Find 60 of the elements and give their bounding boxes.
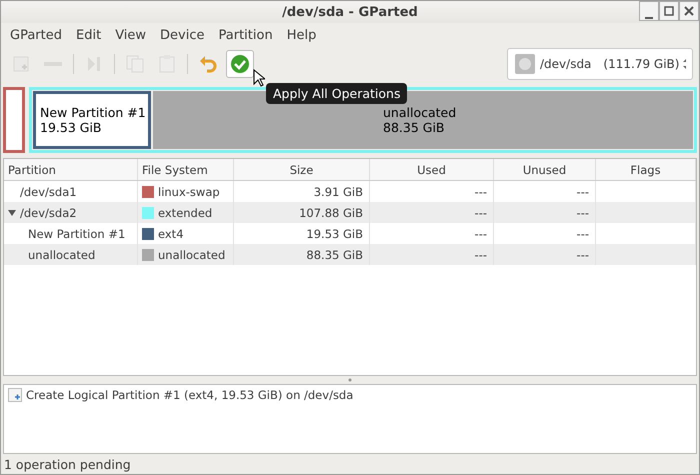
minimize-icon [644, 17, 654, 19]
partition-row[interactable]: /dev/sda2 extended 107.88 GiB --- --- [4, 202, 696, 223]
new-icon [12, 55, 30, 73]
unused-cell: --- [576, 206, 589, 220]
menu-item[interactable]: Partition [212, 28, 280, 42]
tooltip: Apply All Operations [266, 83, 408, 104]
menu-item[interactable]: Device [153, 28, 212, 42]
partition-label: unallocated [383, 105, 458, 120]
unused-cell: --- [576, 248, 589, 262]
used-cell: --- [474, 184, 487, 198]
menu-item[interactable]: GParted [3, 28, 69, 42]
unused-cell: --- [576, 226, 589, 240]
column-header[interactable]: File System [138, 159, 234, 180]
column-header[interactable]: Partition [4, 159, 138, 180]
toolbar-button[interactable] [226, 50, 254, 78]
swap-partition-block[interactable] [3, 87, 25, 153]
filesystem-name: extended [158, 206, 212, 220]
used-cell: --- [474, 248, 487, 262]
column-header[interactable]: Used [370, 159, 494, 180]
size-cell: 107.88 GiB [299, 206, 363, 220]
used-cell: --- [474, 226, 487, 240]
partition-name: /dev/sda1 [20, 184, 77, 198]
status-text: 1 operation pending [4, 456, 131, 472]
size-cell: 88.35 GiB [306, 248, 363, 262]
unused-cell: --- [576, 184, 589, 198]
maximize-icon [664, 6, 674, 16]
menu-item[interactable]: Edit [69, 28, 108, 42]
operation-text: Create Logical Partition #1 (ext4, 19.53 GiB) on /dev/sda [26, 388, 354, 402]
device-dropdown[interactable]: /dev/sda (111.79 GiB) [507, 48, 693, 80]
partition-size: 88.35 GiB [383, 120, 446, 135]
checkmark-icon [230, 54, 250, 74]
spinner-arrows-icon [683, 57, 686, 71]
size-cell: 3.91 GiB [314, 184, 363, 198]
size-cell: 19.53 GiB [306, 226, 363, 240]
partition-name: unallocated [28, 248, 96, 262]
filesystem-name: ext4 [158, 226, 184, 240]
menu-item[interactable]: View [108, 28, 154, 42]
close-button[interactable] [679, 1, 699, 21]
cursor-icon [253, 69, 265, 87]
expander-icon[interactable] [8, 208, 16, 216]
column-header[interactable]: Flags [596, 159, 696, 180]
filesystem-name: unallocated [158, 248, 226, 262]
close-icon [684, 6, 694, 16]
menu-item[interactable]: Help [280, 28, 324, 42]
partition-block[interactable]: New Partition #1 19.53 GiB [33, 91, 151, 149]
partition-row[interactable]: unallocated unallocated 88.35 GiB --- --- [4, 244, 696, 265]
splitter-handle-icon[interactable] [348, 378, 352, 382]
minimize-button[interactable] [639, 1, 659, 21]
used-cell: --- [474, 206, 487, 220]
new-partition-icon [8, 388, 22, 402]
partition-label: New Partition #1 [40, 105, 146, 120]
undo-icon [199, 55, 217, 73]
column-header[interactable]: Unused [494, 159, 596, 180]
window-title: /dev/sda - GParted [282, 4, 418, 20]
partition-size: 19.53 GiB [40, 120, 102, 135]
partition-name: New Partition #1 [28, 226, 126, 240]
partition-name: /dev/sda2 [20, 206, 77, 220]
column-header[interactable]: Size [234, 159, 370, 180]
filesystem-name: linux-swap [158, 184, 220, 198]
maximize-button[interactable] [659, 1, 679, 21]
